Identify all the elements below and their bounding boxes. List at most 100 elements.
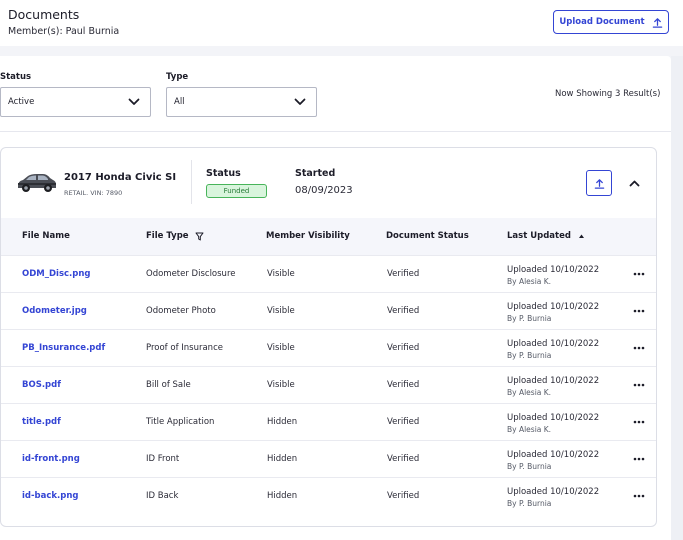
table-row: Odometer.jpg Odometer Photo Visible Veri… bbox=[1, 292, 656, 329]
file-type: ID Back bbox=[146, 491, 179, 501]
file-type: Bill of Sale bbox=[146, 380, 191, 390]
member-visibility: Hidden bbox=[267, 454, 298, 464]
more-horizontal-icon bbox=[633, 383, 645, 387]
more-horizontal-icon bbox=[633, 272, 645, 276]
file-name-link[interactable]: ODM_Disc.png bbox=[22, 269, 91, 279]
member-visibility: Hidden bbox=[267, 417, 298, 427]
page-header: Documents Member(s): Paul Burnia Upload … bbox=[0, 0, 683, 46]
table-row: id-front.png ID Front Hidden Verified Up… bbox=[1, 440, 656, 477]
filter-funnel-icon[interactable] bbox=[195, 232, 204, 241]
row-actions-button[interactable] bbox=[631, 305, 647, 317]
upload-arrow-icon bbox=[594, 178, 604, 189]
row-actions-button[interactable] bbox=[631, 416, 647, 428]
row-actions-button[interactable] bbox=[631, 453, 647, 465]
type-select[interactable]: All bbox=[166, 87, 317, 117]
status-filter-label: Status bbox=[0, 72, 32, 82]
upload-arrow-icon bbox=[652, 17, 662, 28]
status-select[interactable]: Active bbox=[0, 87, 151, 117]
upload-document-label: Upload Document bbox=[559, 17, 645, 27]
row-actions-button[interactable] bbox=[631, 342, 647, 354]
col-file-name-label: File Name bbox=[22, 231, 70, 241]
document-status: Verified bbox=[387, 380, 420, 390]
type-filter-label: Type bbox=[166, 72, 189, 82]
table-row: title.pdf Title Application Hidden Verif… bbox=[1, 403, 656, 440]
started-label: Started bbox=[295, 168, 336, 179]
col-file-type-label: File Type bbox=[146, 231, 189, 241]
member-visibility: Visible bbox=[267, 269, 295, 279]
col-file-type[interactable]: File Type bbox=[146, 231, 204, 241]
file-name-link[interactable]: title.pdf bbox=[22, 417, 61, 427]
file-name-link[interactable]: PB_Insurance.pdf bbox=[22, 343, 105, 353]
document-status: Verified bbox=[387, 454, 420, 464]
chevron-down-icon bbox=[128, 98, 140, 105]
uploaded-by: By Alesia K. bbox=[507, 388, 552, 397]
col-member-visibility-label: Member Visibility bbox=[266, 231, 350, 241]
results-count: Now Showing 3 Result(s) bbox=[555, 89, 661, 99]
status-select-value: Active bbox=[8, 97, 35, 107]
more-horizontal-icon bbox=[633, 309, 645, 313]
file-type: Title Application bbox=[146, 417, 215, 427]
document-status: Verified bbox=[387, 269, 420, 279]
file-type: Odometer Photo bbox=[146, 306, 216, 316]
col-file-name[interactable]: File Name bbox=[22, 231, 70, 241]
col-document-status[interactable]: Document Status bbox=[386, 231, 469, 241]
card-upload-button[interactable] bbox=[586, 170, 612, 196]
vehicle-name: 2017 Honda Civic SI bbox=[64, 172, 177, 183]
status-badge: Funded bbox=[206, 184, 267, 198]
document-status: Verified bbox=[387, 491, 420, 501]
more-horizontal-icon bbox=[633, 494, 645, 498]
sort-asc-icon[interactable] bbox=[577, 232, 586, 241]
uploaded-by: By P. Burnia bbox=[507, 499, 552, 508]
table-row: BOS.pdf Bill of Sale Visible Verified Up… bbox=[1, 366, 656, 403]
member-names: Member(s): Paul Burnia bbox=[8, 26, 120, 37]
scrollbar-track[interactable] bbox=[671, 56, 683, 540]
col-last-updated-label: Last Updated bbox=[507, 231, 571, 241]
divider bbox=[0, 131, 671, 132]
col-last-updated[interactable]: Last Updated bbox=[507, 231, 586, 241]
file-name-link[interactable]: id-back.png bbox=[22, 491, 79, 501]
document-status: Verified bbox=[387, 417, 420, 427]
vehicle-vin: RETAIL. VIN: 7890 bbox=[64, 189, 123, 197]
table-row: ODM_Disc.png Odometer Disclosure Visible… bbox=[1, 255, 656, 292]
vehicle-card: 2017 Honda Civic SI RETAIL. VIN: 7890 St… bbox=[0, 147, 657, 527]
file-name-link[interactable]: BOS.pdf bbox=[22, 380, 61, 390]
more-horizontal-icon bbox=[633, 346, 645, 350]
uploaded-by: By Alesia K. bbox=[507, 277, 552, 286]
row-actions-button[interactable] bbox=[631, 379, 647, 391]
file-type: Odometer Disclosure bbox=[146, 269, 236, 279]
collapse-button[interactable] bbox=[625, 176, 643, 190]
document-status: Verified bbox=[387, 343, 420, 353]
member-visibility: Visible bbox=[267, 380, 295, 390]
member-visibility: Visible bbox=[267, 306, 295, 316]
col-document-status-label: Document Status bbox=[386, 231, 469, 241]
uploaded-by: By P. Burnia bbox=[507, 462, 552, 471]
divider bbox=[191, 160, 192, 204]
col-member-visibility[interactable]: Member Visibility bbox=[266, 231, 350, 241]
chevron-up-icon bbox=[629, 180, 639, 186]
table-row: id-back.png ID Back Hidden Verified Uplo… bbox=[1, 477, 656, 514]
file-type: Proof of Insurance bbox=[146, 343, 223, 353]
table-row: PB_Insurance.pdf Proof of Insurance Visi… bbox=[1, 329, 656, 366]
type-select-value: All bbox=[174, 97, 185, 107]
last-updated: Uploaded 10/10/2022 bbox=[507, 487, 600, 497]
file-name-link[interactable]: id-front.png bbox=[22, 454, 80, 464]
file-name-link[interactable]: Odometer.jpg bbox=[22, 306, 87, 316]
row-actions-button[interactable] bbox=[631, 490, 647, 502]
member-visibility: Hidden bbox=[267, 491, 298, 501]
last-updated: Uploaded 10/10/2022 bbox=[507, 302, 600, 312]
last-updated: Uploaded 10/10/2022 bbox=[507, 339, 600, 349]
started-date: 08/09/2023 bbox=[295, 185, 353, 196]
upload-document-button[interactable]: Upload Document bbox=[553, 10, 669, 34]
file-type: ID Front bbox=[146, 454, 180, 464]
last-updated: Uploaded 10/10/2022 bbox=[507, 450, 600, 460]
uploaded-by: By Alesia K. bbox=[507, 425, 552, 434]
page-title: Documents bbox=[8, 7, 80, 22]
last-updated: Uploaded 10/10/2022 bbox=[507, 265, 600, 275]
vehicle-status-label: Status bbox=[206, 168, 241, 179]
more-horizontal-icon bbox=[633, 420, 645, 424]
row-actions-button[interactable] bbox=[631, 268, 647, 280]
table-header: File Name File Type Member Visibility Do… bbox=[1, 218, 656, 255]
last-updated: Uploaded 10/10/2022 bbox=[507, 413, 600, 423]
last-updated: Uploaded 10/10/2022 bbox=[507, 376, 600, 386]
more-horizontal-icon bbox=[633, 457, 645, 461]
